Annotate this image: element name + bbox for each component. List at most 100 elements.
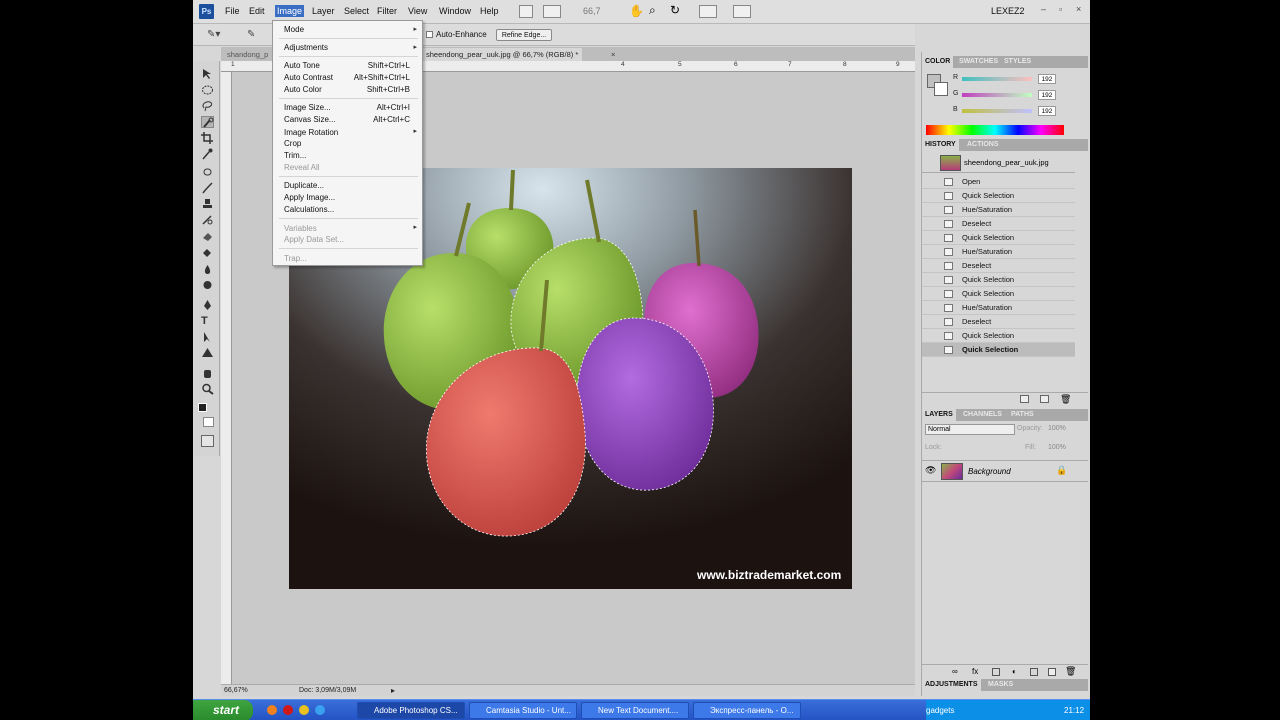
close-icon[interactable]: × xyxy=(1076,5,1085,14)
color-background-swatch[interactable] xyxy=(934,82,948,96)
zoom-tool-icon[interactable] xyxy=(201,383,214,395)
clone-stamp-tool-icon[interactable] xyxy=(201,198,214,210)
new-layer-icon[interactable] xyxy=(1048,668,1056,676)
hand-tool-icon[interactable]: ✋ xyxy=(629,4,644,18)
screen-mode-icon[interactable] xyxy=(733,5,751,18)
hand-tool-icon[interactable] xyxy=(201,367,214,379)
eyedropper-tool-icon[interactable] xyxy=(201,148,214,160)
brush-mode-icon[interactable]: ✎ xyxy=(247,29,255,40)
tab-sheendong-pear[interactable]: sheendong_pear_uuk.jpg @ 66,7% (RGB/8) * xyxy=(422,48,583,61)
taskbar-text-document[interactable]: New Text Document.... xyxy=(581,702,689,719)
brush-tool-icon[interactable] xyxy=(201,182,214,194)
snapshot-icon[interactable] xyxy=(1040,395,1049,403)
fx-icon[interactable]: fx xyxy=(972,667,978,676)
new-group-icon[interactable] xyxy=(1030,668,1038,676)
tray-clock[interactable]: 21:12 xyxy=(1064,700,1084,720)
red-value[interactable]: 192 xyxy=(1038,74,1056,84)
restore-icon[interactable]: ▫ xyxy=(1059,5,1068,14)
bridge-icon[interactable] xyxy=(519,5,533,18)
history-item[interactable]: Deselect xyxy=(922,315,1075,329)
shape-tool-icon[interactable] xyxy=(201,347,214,359)
tab-styles[interactable]: STYLES xyxy=(1001,56,1034,68)
paint-bucket-tool-icon[interactable] xyxy=(201,247,214,259)
taskbar-camtasia[interactable]: Camtasia Studio - Unt... xyxy=(469,702,577,719)
menu-item-auto-tone[interactable]: Auto Tone xyxy=(284,61,320,70)
taskbar-photoshop[interactable]: Adobe Photoshop CS... xyxy=(357,702,465,719)
menu-item-duplicate[interactable]: Duplicate... xyxy=(284,181,324,190)
menu-layer[interactable]: Layer xyxy=(312,6,335,16)
history-item[interactable]: Quick Selection xyxy=(922,231,1075,245)
menu-item-mode[interactable]: Mode xyxy=(284,25,304,34)
menu-item-reveal-all[interactable]: Reveal All xyxy=(284,163,320,172)
menu-help[interactable]: Help xyxy=(480,6,499,16)
tab-masks[interactable]: MASKS xyxy=(985,679,1016,691)
green-slider[interactable] xyxy=(962,93,1032,97)
history-item[interactable]: Open xyxy=(922,175,1075,189)
workspace-user[interactable]: LEXEZ2 xyxy=(991,6,1025,16)
menu-item-image-rotation[interactable]: Image Rotation xyxy=(284,128,338,137)
new-document-icon[interactable] xyxy=(1020,395,1029,403)
menu-item-auto-contrast[interactable]: Auto Contrast xyxy=(284,73,333,82)
type-tool-icon[interactable]: T xyxy=(201,315,214,327)
layer-row-background[interactable]: 👁 Background 🔒 xyxy=(922,460,1088,482)
tab-history[interactable]: HISTORY xyxy=(922,139,959,151)
healing-brush-tool-icon[interactable] xyxy=(201,166,214,178)
menu-view[interactable]: View xyxy=(408,6,427,16)
quicklaunch-chrome-icon[interactable] xyxy=(299,705,309,715)
menu-file[interactable]: File xyxy=(225,6,240,16)
status-zoom[interactable]: 66,67% xyxy=(224,687,248,694)
history-item-current[interactable]: Quick Selection xyxy=(922,343,1075,357)
status-arrow-icon[interactable]: ▸ xyxy=(391,686,395,695)
opacity-value[interactable]: 100% xyxy=(1048,425,1066,432)
view-extras-icon[interactable] xyxy=(543,5,561,18)
menu-item-apply-data-set[interactable]: Apply Data Set... xyxy=(284,235,344,244)
delete-layer-icon[interactable]: 🗑 xyxy=(1065,666,1076,677)
menu-edit[interactable]: Edit xyxy=(249,6,265,16)
path-selection-tool-icon[interactable] xyxy=(201,331,214,343)
history-item[interactable]: Hue/Saturation xyxy=(922,245,1075,259)
quicklaunch-ie-icon[interactable] xyxy=(315,705,325,715)
menu-item-canvas-size[interactable]: Canvas Size... xyxy=(284,115,336,124)
auto-enhance-checkbox[interactable] xyxy=(426,31,433,38)
history-item[interactable]: Hue/Saturation xyxy=(922,203,1075,217)
blue-slider[interactable] xyxy=(962,109,1032,113)
menu-item-image-size[interactable]: Image Size... xyxy=(284,103,331,112)
eye-visibility-icon[interactable]: 👁 xyxy=(925,465,936,476)
tab-actions[interactable]: ACTIONS xyxy=(964,139,1002,151)
blend-mode-select[interactable]: Normal xyxy=(925,424,1015,435)
history-item[interactable]: Quick Selection xyxy=(922,287,1075,301)
menu-item-apply-image[interactable]: Apply Image... xyxy=(284,193,335,202)
menu-item-calculations[interactable]: Calculations... xyxy=(284,205,334,214)
fill-value[interactable]: 100% xyxy=(1048,444,1066,451)
background-color-swatch[interactable] xyxy=(203,417,214,427)
tray-gadgets[interactable]: gadgets xyxy=(926,700,954,720)
photoshop-logo[interactable]: Ps xyxy=(199,4,214,19)
menu-item-trim[interactable]: Trim... xyxy=(284,151,306,160)
arrange-documents-icon[interactable] xyxy=(699,5,717,18)
history-brush-tool-icon[interactable] xyxy=(201,214,214,226)
quicklaunch-firefox-icon[interactable] xyxy=(267,705,277,715)
menu-image[interactable]: Image xyxy=(275,5,305,17)
history-item[interactable]: Quick Selection xyxy=(922,329,1075,343)
adjustment-layer-icon[interactable]: ◐ xyxy=(1012,667,1017,676)
tab-color[interactable]: COLOR xyxy=(922,56,954,68)
zoom-level[interactable]: 66,7 xyxy=(583,6,601,16)
tab-shandong[interactable]: shandong_p xyxy=(223,48,272,61)
marquee-tool-icon[interactable] xyxy=(201,84,214,96)
menu-item-auto-color[interactable]: Auto Color xyxy=(284,85,322,94)
layer-name[interactable]: Background xyxy=(968,467,1011,476)
history-snapshot[interactable]: sheendong_pear_uuk.jpg xyxy=(922,153,1075,173)
pen-tool-icon[interactable] xyxy=(201,299,214,311)
quicklaunch-opera-icon[interactable] xyxy=(283,705,293,715)
quick-selection-preset-icon[interactable]: ✎▾ xyxy=(207,29,220,40)
quick-mask-icon[interactable] xyxy=(201,435,214,447)
tab-channels[interactable]: CHANNELS xyxy=(960,409,1005,421)
taskbar-express-panel[interactable]: Экспресс-панель - O... xyxy=(693,702,801,719)
minimize-icon[interactable]: – xyxy=(1041,5,1050,14)
tab-adjustments[interactable]: ADJUSTMENTS xyxy=(922,679,981,691)
history-item[interactable]: Deselect xyxy=(922,259,1075,273)
red-slider[interactable] xyxy=(962,77,1032,81)
menu-item-crop[interactable]: Crop xyxy=(284,139,301,148)
blur-tool-icon[interactable] xyxy=(201,264,214,276)
trash-icon[interactable]: 🗑 xyxy=(1060,394,1071,405)
